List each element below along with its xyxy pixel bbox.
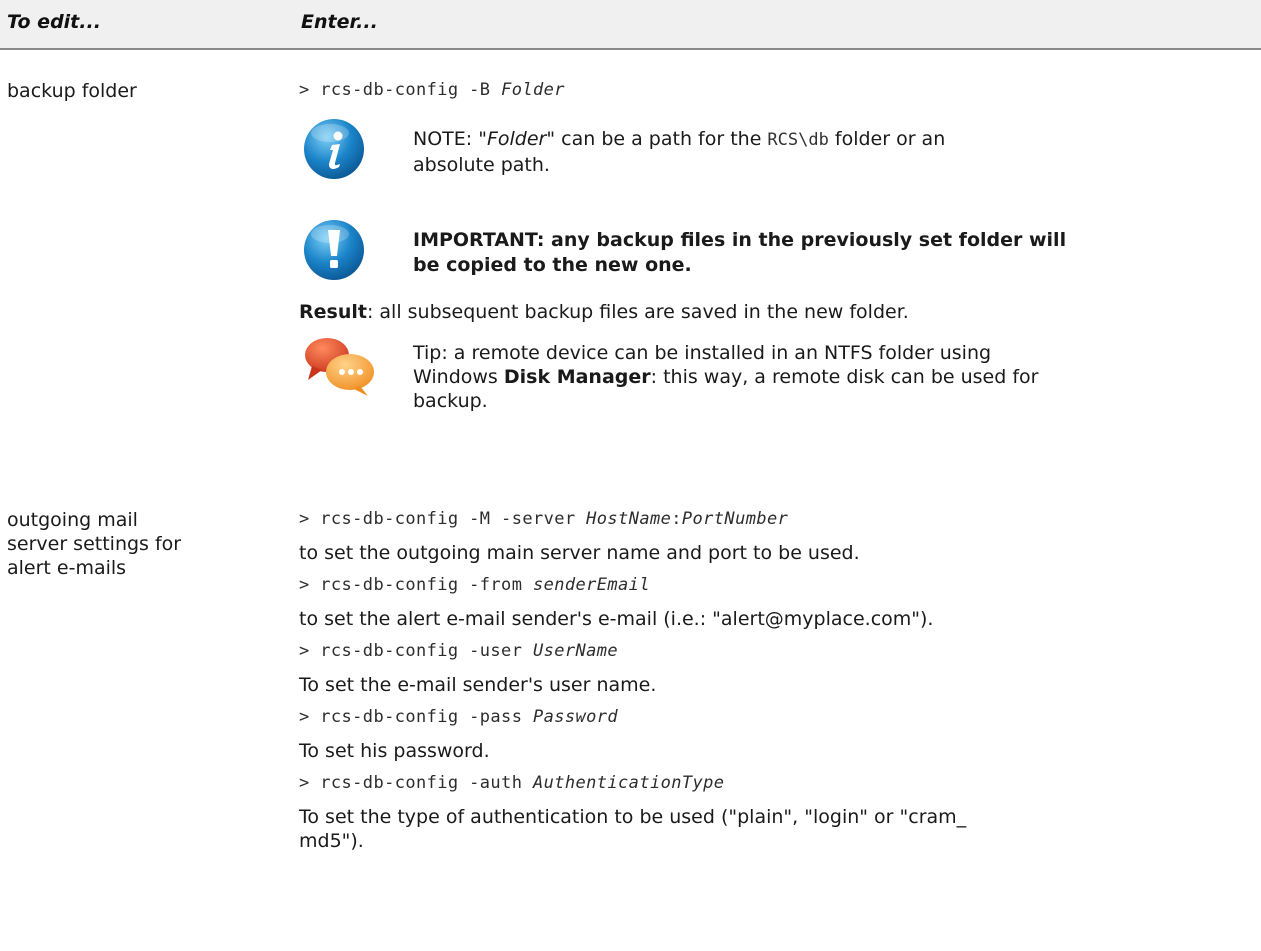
info-icon [304, 119, 364, 179]
command-mail-auth: > rcs-db-config -auth AuthenticationType [299, 773, 725, 793]
row-label-mail-settings: outgoing mail server settings for alert … [7, 509, 182, 579]
command-mail-server: > rcs-db-config -M -server HostName:Port… [299, 509, 789, 529]
desc-mail-from: to set the alert e-mail sender's e-mail … [299, 608, 934, 630]
chat-bubbles-icon [305, 338, 374, 396]
result-text: Result: all subsequent backup files are … [299, 301, 909, 323]
exclamation-icon [304, 220, 364, 280]
path-code: RCS\db [767, 130, 829, 150]
column-header-to-edit: To edit... [7, 11, 101, 33]
desc-mail-pass: To set his password. [299, 740, 490, 762]
command-mail-pass: > rcs-db-config -pass Password [299, 707, 619, 727]
table-header: To edit... Enter... [0, 0, 1261, 50]
row-label-backup-folder: backup folder [7, 80, 137, 102]
desc-mail-auth: To set the type of authentication to be … [299, 806, 967, 852]
desc-mail-user: To set the e-mail sender's user name. [299, 674, 657, 696]
column-header-enter: Enter... [301, 11, 378, 33]
desc-mail-server: to set the outgoing main server name and… [299, 542, 860, 564]
important-text: IMPORTANT: any backup files in the previ… [413, 229, 1067, 276]
note-text: NOTE: "Folder" can be a path for the RCS… [413, 128, 946, 176]
command-mail-from: > rcs-db-config -from senderEmail [299, 575, 650, 595]
command-mail-user: > rcs-db-config -user UserName [299, 641, 619, 661]
tip-text: Tip: a remote device can be installed in… [413, 342, 1039, 412]
command-backup-folder: > rcs-db-config -B Folder [299, 80, 565, 100]
